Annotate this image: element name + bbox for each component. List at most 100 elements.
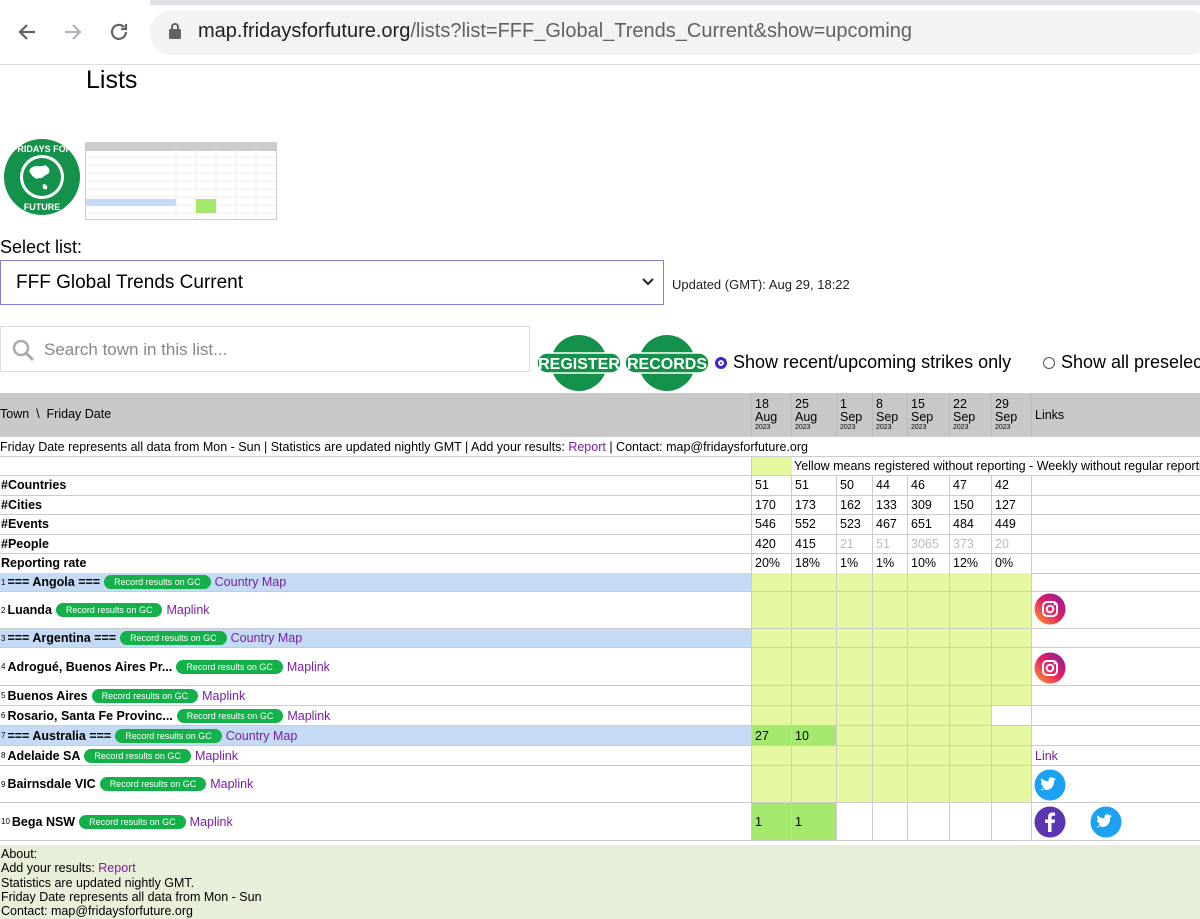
town-name[interactable]: 5 Buenos Aires Record results on GC Maplink bbox=[0, 686, 245, 705]
date-column-header[interactable]: 15 Sep 2023 bbox=[907, 393, 949, 436]
reload-button[interactable] bbox=[104, 17, 134, 47]
record-results-button[interactable]: Record results on GC bbox=[115, 728, 222, 743]
browser-toolbar: map.fridaysforfuture.org/lists?list=FFF_… bbox=[0, 0, 1200, 65]
record-results-button[interactable]: Record results on GC bbox=[120, 631, 227, 645]
town-name[interactable]: 10 Bega NSW Record results on GC Maplink bbox=[0, 803, 233, 840]
date-cell bbox=[751, 706, 791, 725]
town-name[interactable]: 4 Adrogué, Buenos Aires Pr... Record resul… bbox=[0, 648, 330, 685]
date-cell bbox=[751, 746, 791, 765]
record-results-button[interactable]: Record results on GC bbox=[176, 659, 283, 674]
maplink[interactable]: Maplink bbox=[202, 689, 245, 703]
option-recent-radio[interactable]: Show recent/upcoming strikes only bbox=[715, 352, 1011, 373]
row-name: Bega NSW bbox=[11, 814, 76, 829]
date-cell bbox=[836, 706, 872, 725]
maplink[interactable]: Maplink bbox=[210, 777, 253, 791]
twitter-icon[interactable] bbox=[1090, 806, 1122, 838]
maplink[interactable]: Maplink bbox=[195, 749, 238, 763]
links-cell bbox=[1031, 706, 1200, 725]
external-link[interactable]: Link bbox=[1035, 749, 1058, 763]
date-column-header[interactable]: 8 Sep 2023 bbox=[872, 393, 907, 436]
about-add-prefix: Add your results: bbox=[1, 861, 99, 876]
country-map-link[interactable]: Country Map bbox=[226, 729, 298, 743]
stats-value: 449 bbox=[991, 515, 1031, 534]
url-text[interactable]: map.fridaysforfuture.org/lists?list=FFF_… bbox=[198, 20, 912, 43]
date-cell bbox=[907, 766, 949, 802]
maplink[interactable]: Maplink bbox=[287, 709, 330, 723]
stats-value: 44 bbox=[872, 476, 907, 495]
date-cell bbox=[836, 592, 872, 628]
country-name[interactable]: 7 === Australia === Record results on GC Co… bbox=[0, 726, 297, 745]
back-button[interactable] bbox=[12, 17, 42, 47]
records-badge[interactable]: RECORDS bbox=[624, 334, 710, 392]
date-column-header[interactable]: 1 Sep 2023 bbox=[836, 393, 872, 436]
links-cell bbox=[1031, 726, 1200, 745]
date-cell: 10 bbox=[791, 726, 836, 745]
record-results-button[interactable]: Record results on GC bbox=[91, 688, 199, 703]
date-day: 8 bbox=[876, 396, 883, 411]
country-row: 3 === Argentina === Record results on GC Co… bbox=[0, 629, 1200, 648]
stats-value: 50 bbox=[836, 476, 872, 495]
date-column-header[interactable]: 29 Sep 2023 bbox=[991, 393, 1031, 436]
option-all-radio[interactable]: Show all preselected bbox=[1043, 352, 1200, 373]
date-year: 2023 bbox=[795, 423, 811, 431]
country-map-link[interactable]: Country Map bbox=[231, 631, 303, 645]
town-name[interactable]: 2 Luanda Record results on GC Maplink bbox=[0, 592, 210, 628]
row-number: 1 bbox=[1, 577, 6, 587]
record-results-button[interactable]: Record results on GC bbox=[99, 777, 207, 791]
record-results-button[interactable]: Record results on GC bbox=[79, 814, 186, 829]
stats-value: 173 bbox=[791, 495, 836, 514]
stats-value: 51 bbox=[751, 476, 791, 495]
date-cell bbox=[836, 648, 872, 685]
record-results-button[interactable]: Record results on GC bbox=[176, 708, 284, 723]
date-cell bbox=[907, 629, 949, 647]
maplink[interactable]: Maplink bbox=[287, 660, 330, 674]
svg-text:FUTURE: FUTURE bbox=[24, 202, 61, 212]
town-name[interactable]: 8 Adelaide SA Record results on GC Maplink bbox=[0, 746, 238, 765]
town-name[interactable]: 9 Bairnsdale VIC Record results on GC Mapli… bbox=[0, 766, 253, 802]
twitter-icon[interactable] bbox=[1034, 769, 1066, 801]
date-column-header[interactable]: 25 Aug 2023 bbox=[791, 393, 836, 436]
stats-value: 546 bbox=[751, 515, 791, 534]
date-cell bbox=[949, 803, 991, 840]
facebook-icon[interactable] bbox=[1034, 806, 1066, 838]
stats-value: 47 bbox=[949, 476, 991, 495]
date-cell bbox=[907, 746, 949, 765]
record-results-button[interactable]: Record results on GC bbox=[84, 748, 191, 763]
country-map-link[interactable]: Country Map bbox=[215, 575, 287, 589]
town-name[interactable]: 6 Rosario, Santa Fe Provinc... Record resu… bbox=[0, 706, 330, 725]
stats-value: 162 bbox=[836, 495, 872, 514]
date-year: 2023 bbox=[953, 423, 969, 431]
date-cell bbox=[949, 706, 991, 725]
date-cell bbox=[991, 648, 1031, 685]
date-column-header[interactable]: 18 Aug 2023 bbox=[751, 393, 791, 436]
date-cell bbox=[872, 592, 907, 628]
maplink[interactable]: Maplink bbox=[190, 815, 233, 829]
instagram-icon[interactable] bbox=[1034, 652, 1066, 684]
maplink[interactable]: Maplink bbox=[166, 603, 209, 617]
about-add-results: Add your results: Report bbox=[1, 861, 1200, 875]
stats-value: 127 bbox=[991, 495, 1031, 514]
country-name[interactable]: 1 === Angola === Record results on GC Count… bbox=[0, 573, 286, 591]
svg-text:FRIDAYS FOR: FRIDAYS FOR bbox=[12, 144, 73, 154]
date-day: 29 bbox=[995, 396, 1009, 411]
date-cell bbox=[991, 706, 1031, 725]
date-month: Sep bbox=[953, 409, 976, 424]
info-report-link[interactable]: Report bbox=[568, 440, 606, 454]
register-badge[interactable]: REGISTER bbox=[536, 334, 622, 392]
date-column-header[interactable]: 22 Sep 2023 bbox=[949, 393, 991, 436]
town-row: 2 Luanda Record results on GC Maplink bbox=[0, 592, 1200, 629]
town-row: 10 Bega NSW Record results on GC Maplink 1 1 bbox=[0, 803, 1200, 841]
info-row: Friday Date represents all data from Mon… bbox=[0, 437, 1200, 457]
record-results-button[interactable]: Record results on GC bbox=[55, 603, 163, 617]
stats-label: #Events bbox=[1, 517, 49, 532]
list-select-dropdown[interactable]: FFF Global Trends Current bbox=[0, 260, 664, 305]
date-cell bbox=[991, 766, 1031, 802]
about-report-link[interactable]: Report bbox=[98, 861, 136, 875]
town-search-input[interactable]: Search town in this list... bbox=[0, 326, 530, 372]
record-results-button[interactable]: Record results on GC bbox=[104, 575, 211, 589]
country-name[interactable]: 3 === Argentina === Record results on GC Co… bbox=[0, 629, 302, 647]
register-badge-label: REGISTER bbox=[538, 356, 620, 373]
date-cell bbox=[872, 726, 907, 745]
forward-button[interactable] bbox=[58, 17, 88, 47]
instagram-icon[interactable] bbox=[1034, 593, 1066, 625]
